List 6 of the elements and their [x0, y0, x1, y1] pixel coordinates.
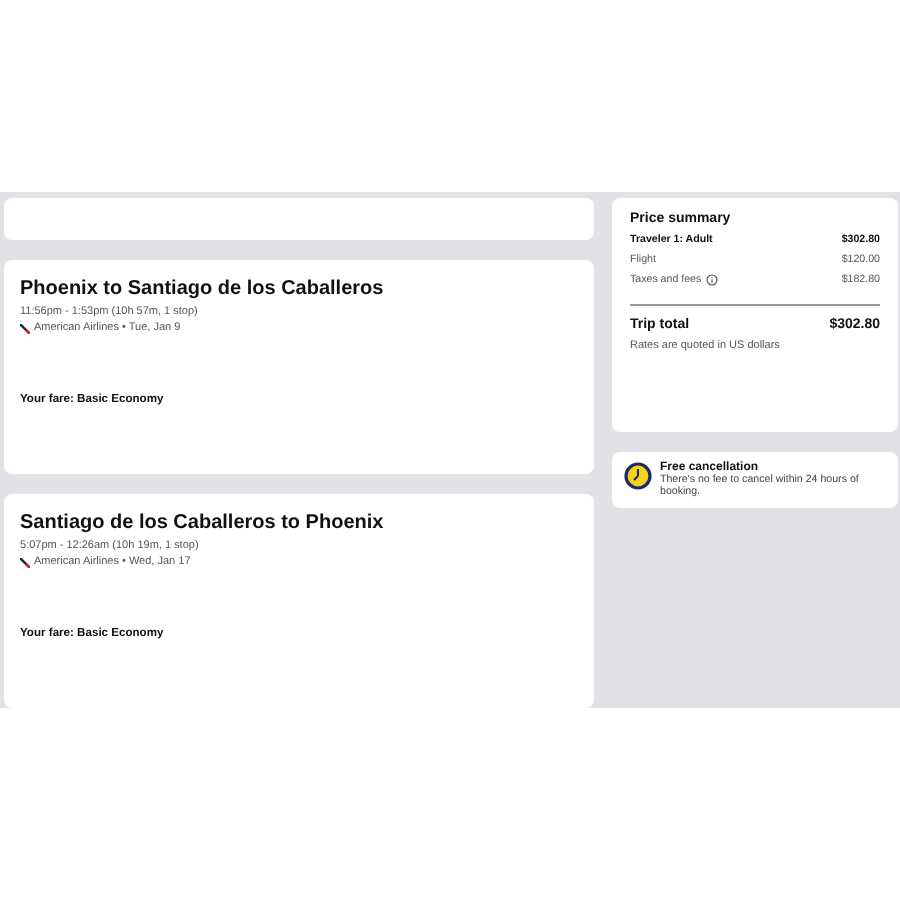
- flight-title: Phoenix to Santiago de los Caballeros: [20, 278, 386, 300]
- clock-icon: [624, 462, 652, 490]
- flight-title: Santiago de los Caballeros to Phoenix: [20, 512, 386, 534]
- airline-tail-icon: [20, 323, 30, 333]
- airline-tail-icon: [20, 557, 30, 567]
- info-icon[interactable]: [705, 274, 718, 286]
